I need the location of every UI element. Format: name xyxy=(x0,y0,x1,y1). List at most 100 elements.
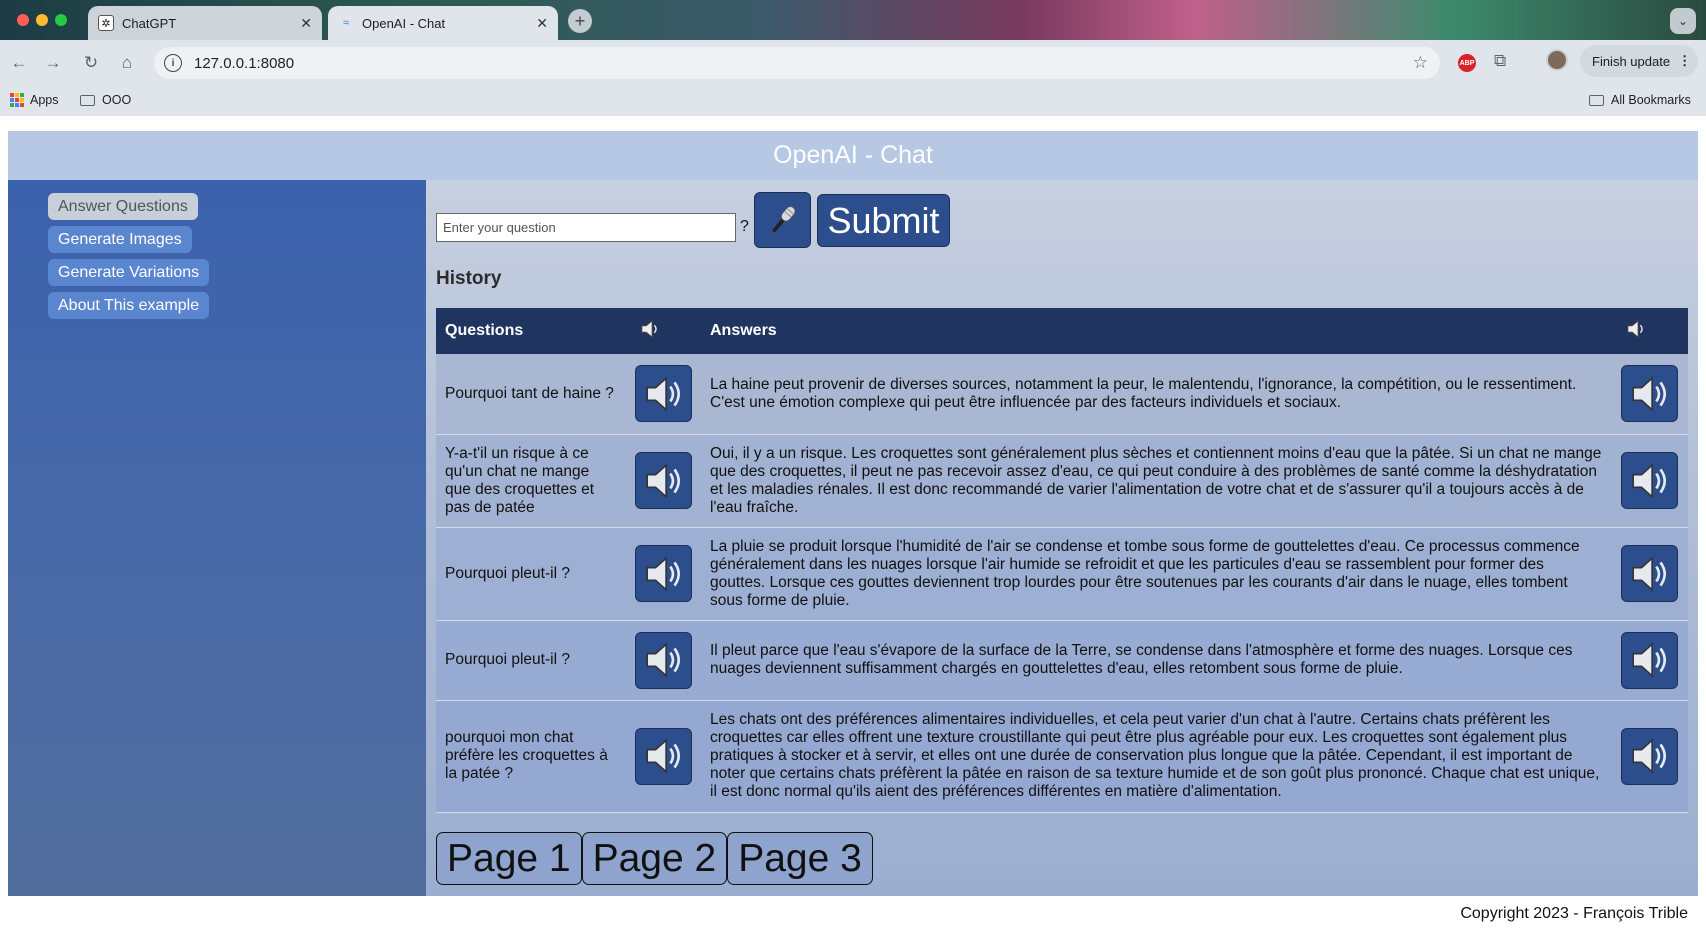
finish-update-label: Finish update xyxy=(1592,53,1671,69)
wave-icon: ≈ xyxy=(342,17,350,29)
close-tab-icon[interactable]: ✕ xyxy=(536,15,548,32)
microphone-button[interactable] xyxy=(754,192,811,248)
browser-tab-openai-chat[interactable]: ≈ OpenAI - Chat ✕ xyxy=(328,6,558,40)
sidebar-item-answer-questions[interactable]: Answer Questions xyxy=(48,193,198,220)
answers-speaker-header xyxy=(1612,308,1688,354)
speak-answer-button[interactable] xyxy=(1621,631,1678,689)
address-bar[interactable]: i 127.0.0.1:8080 ☆ xyxy=(154,47,1440,79)
speak-answer-button[interactable] xyxy=(1621,727,1678,785)
adblock-extension-icon[interactable]: ABP xyxy=(1458,54,1476,72)
chatgpt-icon: ✲ xyxy=(98,15,114,31)
answers-header: Answers xyxy=(701,308,1612,354)
question-cell: Pourquoi pleut-il ? xyxy=(436,620,626,701)
answer-speaker-cell xyxy=(1612,700,1688,813)
browser-tab-bar: ✲ ChatGPT ✕ ≈ OpenAI - Chat ✕ + ⌄ xyxy=(0,0,1706,40)
speak-answer-button[interactable] xyxy=(1621,545,1678,602)
tab-search-chevron-icon[interactable]: ⌄ xyxy=(1670,8,1696,34)
table-row: Y-a-t'il un risque à ce qu'un chat ne ma… xyxy=(436,434,1688,528)
answer-cell: La haine peut provenir de diverses sourc… xyxy=(701,354,1612,435)
question-speaker-cell xyxy=(626,620,701,701)
question-speaker-cell xyxy=(626,527,701,621)
speak-answer-button[interactable] xyxy=(1621,452,1678,509)
speak-question-button[interactable] xyxy=(635,452,692,509)
bookmark-star-icon[interactable]: ☆ xyxy=(1413,53,1428,73)
questions-speaker-header xyxy=(626,308,701,354)
all-bookmarks[interactable]: All Bookmarks xyxy=(1589,93,1691,107)
back-arrow-icon[interactable]: ← xyxy=(8,52,30,74)
apps-grid-icon xyxy=(10,93,24,107)
question-cell: Pourquoi pleut-il ? xyxy=(436,527,626,621)
speaker-icon xyxy=(639,318,661,340)
answer-speaker-cell xyxy=(1612,434,1688,528)
history-table: Questions Answers Pourquoi tant de haine… xyxy=(436,308,1688,813)
pagination: Page 1 Page 2 Page 3 xyxy=(436,832,873,885)
sidebar-item-generate-images[interactable]: Generate Images xyxy=(48,226,192,253)
answer-speaker-cell xyxy=(1612,354,1688,435)
extensions-puzzle-icon[interactable]: ⧉ xyxy=(1494,51,1506,71)
page-title: OpenAI - Chat xyxy=(773,141,933,169)
page-2-button[interactable]: Page 2 xyxy=(581,832,728,885)
table-row: Pourquoi tant de haine ? La haine peut p… xyxy=(436,354,1688,435)
speaker-icon xyxy=(1631,555,1666,592)
site-info-icon[interactable]: i xyxy=(164,54,182,72)
answer-cell: La pluie se produit lorsque l'humidité d… xyxy=(701,527,1612,621)
folder-icon xyxy=(80,94,95,106)
close-window-icon[interactable] xyxy=(17,14,29,26)
speaker-icon xyxy=(1631,462,1666,499)
speaker-icon xyxy=(645,738,680,774)
browser-toolbar: ← → ↻ ⌂ i 127.0.0.1:8080 ☆ xyxy=(0,40,1706,86)
tab-title: ChatGPT xyxy=(122,15,177,31)
speaker-icon xyxy=(645,462,680,499)
forward-arrow-icon[interactable]: → xyxy=(42,52,64,74)
all-bookmarks-label: All Bookmarks xyxy=(1611,93,1691,107)
url-text: 127.0.0.1:8080 xyxy=(194,54,295,72)
speaker-icon xyxy=(1631,376,1666,412)
speak-question-button[interactable] xyxy=(635,545,692,602)
browser-tab-chatgpt[interactable]: ✲ ChatGPT ✕ xyxy=(88,6,322,40)
sidebar-item-about[interactable]: About This example xyxy=(48,292,210,319)
questions-header: Questions xyxy=(436,308,626,354)
bookmark-ooo[interactable]: OOO xyxy=(80,93,131,107)
speak-question-button[interactable] xyxy=(635,631,692,689)
table-row: Pourquoi pleut-il ? La pluie se produit … xyxy=(436,527,1688,621)
copyright-footer: Copyright 2023 - François Trible xyxy=(1460,905,1688,922)
sidebar-item-generate-variations[interactable]: Generate Variations xyxy=(48,259,210,286)
tab-title: OpenAI - Chat xyxy=(362,15,446,31)
speaker-icon xyxy=(1631,642,1666,678)
bookmarks-bar: Apps OOO All Bookmarks xyxy=(0,86,1706,116)
answer-speaker-cell xyxy=(1612,527,1688,621)
page-3-button[interactable]: Page 3 xyxy=(727,832,873,885)
answer-speaker-cell xyxy=(1612,620,1688,701)
table-header-row: Questions Answers xyxy=(436,308,1688,354)
maximize-window-icon[interactable] xyxy=(55,14,67,26)
bookmark-label: OOO xyxy=(102,93,132,107)
new-tab-button[interactable]: + xyxy=(568,9,592,33)
more-menu-icon[interactable]: ⋮ xyxy=(1678,53,1691,69)
reload-icon[interactable]: ↻ xyxy=(80,52,102,74)
question-speaker-cell xyxy=(626,434,701,528)
answer-cell: Il pleut parce que l'eau s'évapore de la… xyxy=(701,620,1612,701)
app-header: OpenAI - Chat xyxy=(8,131,1698,180)
table-row: Pourquoi pleut-il ? Il pleut parce que l… xyxy=(436,620,1688,701)
close-tab-icon[interactable]: ✕ xyxy=(300,15,312,32)
minimize-window-icon[interactable] xyxy=(36,14,48,26)
speak-answer-button[interactable] xyxy=(1621,365,1678,423)
speaker-icon xyxy=(645,376,680,412)
finish-update-button[interactable]: Finish update ⋮ xyxy=(1580,45,1698,77)
folder-icon xyxy=(1589,94,1604,106)
home-icon[interactable]: ⌂ xyxy=(116,52,138,74)
profile-avatar[interactable] xyxy=(1546,49,1568,71)
answer-cell: Oui, il y a un risque. Les croquettes so… xyxy=(701,434,1612,528)
answer-cell: Les chats ont des préférences alimentair… xyxy=(701,700,1612,813)
question-cell: Pourquoi tant de haine ? xyxy=(436,354,626,435)
page-1-button[interactable]: Page 1 xyxy=(436,832,582,885)
speaker-icon xyxy=(645,642,680,678)
table-row: pourquoi mon chat préfère les croquettes… xyxy=(436,700,1688,813)
speak-question-button[interactable] xyxy=(635,365,692,423)
speak-question-button[interactable] xyxy=(635,727,692,785)
submit-button[interactable]: Submit xyxy=(817,194,950,247)
question-input[interactable] xyxy=(436,213,736,242)
history-heading: History xyxy=(436,268,502,289)
bookmark-apps[interactable]: Apps xyxy=(10,93,59,107)
speaker-icon xyxy=(1625,318,1647,340)
